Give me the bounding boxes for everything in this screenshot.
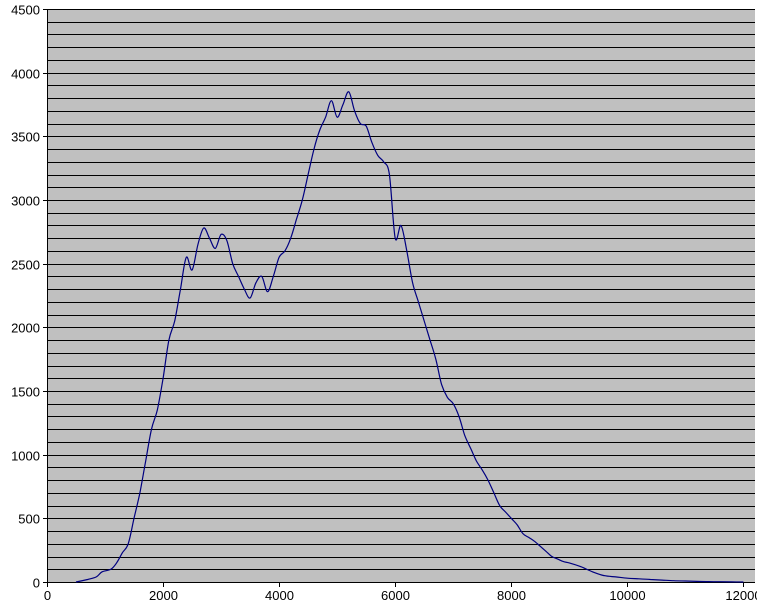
x-tick-label: 12000 [725,588,757,603]
line-chart: 0 500 1000 1500 2000 2500 3000 3500 4000 4500 0 200… [11,3,757,604]
y-tick-label: 1500 [11,385,40,400]
y-tick-label: 3000 [11,194,40,209]
plot-area [47,9,755,582]
y-tick-label: 0 [33,576,40,591]
y-tick-label: 3500 [11,130,40,145]
y-tick-label: 500 [18,512,40,527]
x-tick-label: 10000 [609,588,645,603]
y-tick-label: 2000 [11,321,40,336]
y-tick-label: 2500 [11,258,40,273]
y-tick-label: 4500 [11,3,40,18]
x-tick-label: 8000 [497,588,526,603]
y-tick-label: 4000 [11,67,40,82]
x-tick-label: 4000 [265,588,294,603]
x-tick-label: 2000 [149,588,178,603]
y-tick-label: 1000 [11,449,40,464]
x-tick-label: 6000 [381,588,410,603]
x-tick-label: 0 [44,588,51,603]
